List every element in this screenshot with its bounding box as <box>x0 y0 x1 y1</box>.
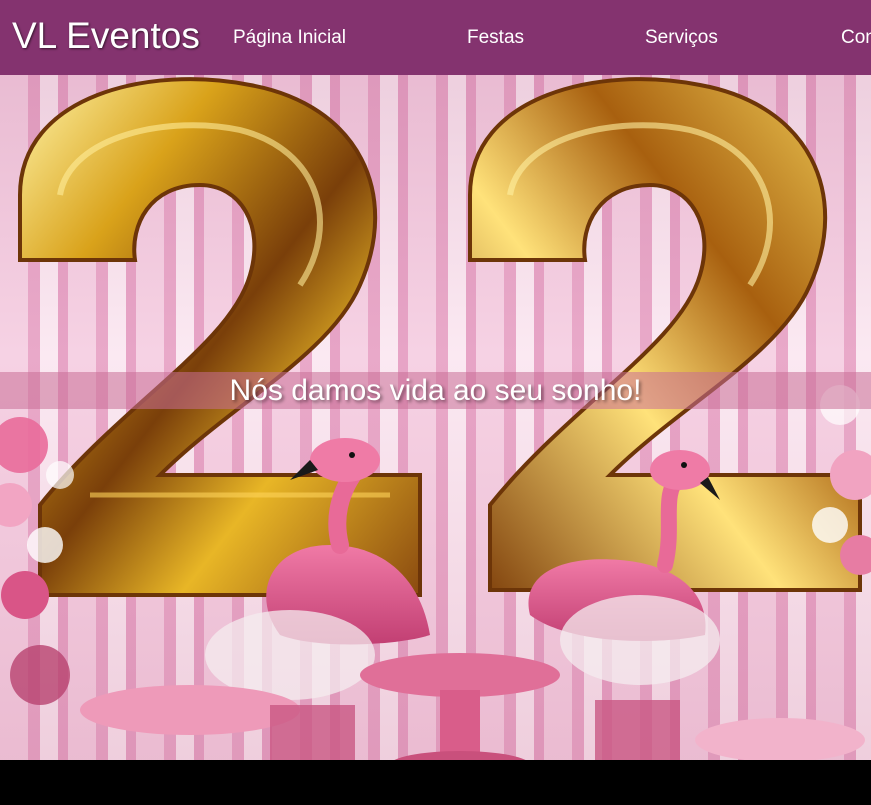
brand-logo-link[interactable]: VL Eventos <box>12 14 200 58</box>
hero-image <box>0 75 871 775</box>
balloon-number-left <box>18 77 422 597</box>
party-photo-illustration <box>0 77 871 775</box>
top-navbar: VL Eventos Página Inicial Festas Serviço… <box>0 0 871 75</box>
cake-stand <box>360 653 560 775</box>
page-bottom-area <box>0 760 871 805</box>
nav-link-contato[interactable]: Con <box>841 27 871 49</box>
nav-link-home[interactable]: Página Inicial <box>233 27 346 49</box>
hero-tagline: Nós damos vida ao seu sonho! <box>229 374 642 407</box>
nav-link-servicos[interactable]: Serviços <box>645 27 718 49</box>
nav-link-festas[interactable]: Festas <box>467 27 524 49</box>
